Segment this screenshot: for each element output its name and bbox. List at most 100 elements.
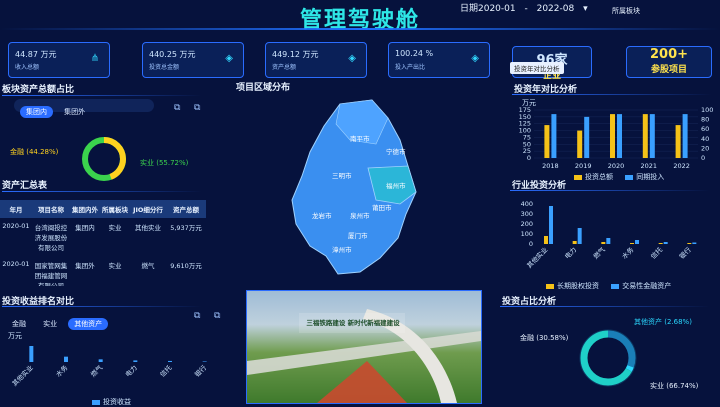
city-label-longyan: 龙岩市 xyxy=(312,211,332,220)
kpi-card-income: 44.87 万元 收入总额 ⋔ xyxy=(8,42,110,78)
bar-total[interactable] xyxy=(675,125,681,158)
ratio-chart: 金融 (30.58%) 其他资产 (2.68%) 实业 (66.74%) xyxy=(520,317,699,390)
y-tick-label: 75 xyxy=(523,133,531,141)
bar-same-period[interactable] xyxy=(551,114,557,158)
city-label-putian: 莆田市 xyxy=(372,203,392,212)
pie-label: 实业 (66.74%) xyxy=(650,381,699,390)
y-tick-label: 125 xyxy=(519,120,531,128)
bar-trading[interactable] xyxy=(635,240,639,244)
table-row[interactable]: 2020-01 国家管网集团福建管网有限公司 集团外 实业 燃气 9,610万元 xyxy=(0,256,206,286)
tooltip: 投资年对比分析 xyxy=(510,62,564,74)
date-end[interactable]: 2022-08 xyxy=(537,4,575,14)
bar-total[interactable] xyxy=(642,114,648,158)
region-map[interactable]: 南平市 宁德市 三明市 福州市 莆田市 泉州市 龙岩市 漳州市 厦门市 xyxy=(280,96,430,282)
bar-equity[interactable] xyxy=(687,243,692,244)
income-rank-tabs: 金融 实业 其他资产 xyxy=(6,311,166,330)
bar-total[interactable] xyxy=(544,125,550,158)
bar-income[interactable] xyxy=(202,361,207,362)
header-divider xyxy=(0,28,720,30)
city-label-nanping: 南平市 xyxy=(350,134,370,143)
city-label-ningde: 宁德市 xyxy=(386,147,406,156)
bar-trading[interactable] xyxy=(577,228,582,244)
x-tick-label: 银行 xyxy=(193,363,209,379)
date-start[interactable]: 2020-01 xyxy=(478,4,516,14)
bar-total[interactable] xyxy=(577,130,583,158)
bar-equity[interactable] xyxy=(658,243,663,244)
x-tick-label: 燃气 xyxy=(591,245,607,261)
y-tick-label: 100 xyxy=(521,230,533,238)
tab-other-assets[interactable]: 其他资产 xyxy=(68,318,109,330)
x-tick-label: 水务 xyxy=(620,245,636,261)
x-tick-label: 2020 xyxy=(608,162,625,170)
asset-share-underline xyxy=(2,95,202,96)
asset-summary-table: 年月 项目名称 集团内外 所属板块 JIO细分行 资产总额 2020-01 台湾… xyxy=(0,200,206,286)
copy-icon[interactable]: ⧉ xyxy=(174,103,180,113)
photo-caption: 三福铁路建设 新时代新福建建设 xyxy=(306,319,400,327)
donut-ring xyxy=(579,329,637,387)
calendar-icon[interactable]: ▾ xyxy=(583,4,588,14)
share-icon: ⋔ xyxy=(90,53,99,64)
bar-income[interactable] xyxy=(133,360,138,362)
y-tick-label: 25 xyxy=(523,147,531,155)
bar-trading[interactable] xyxy=(663,242,668,244)
pie-label: 其他资产 (2.68%) xyxy=(634,317,692,326)
region-title: 项目区域分布 xyxy=(236,83,291,93)
shield-icon: ◈ xyxy=(471,53,479,64)
x-tick-label: 其他实业 xyxy=(525,245,550,270)
region-select[interactable]: 所属板块 xyxy=(612,6,640,16)
x-tick-label: 水务 xyxy=(54,363,70,379)
tab-industry[interactable]: 实业 xyxy=(37,318,63,330)
tab-finance[interactable]: 金融 xyxy=(6,318,32,330)
city-label-xiamen: 厦门市 xyxy=(348,231,368,240)
bar-income[interactable] xyxy=(98,359,103,362)
bar-equity[interactable] xyxy=(630,243,634,244)
x-tick-label: 2021 xyxy=(641,162,658,170)
bar-trading[interactable] xyxy=(606,238,611,244)
export-icon[interactable]: ⧉ xyxy=(214,311,220,321)
income-rank-chart: 其他实业 水务 燃气 电力 信托 银行 xyxy=(10,346,209,388)
x-tick-label: 信托 xyxy=(649,245,665,261)
city-label-zhangzhou: 漳州市 xyxy=(332,245,352,254)
railway-illustration xyxy=(247,309,481,403)
bar-equity[interactable] xyxy=(601,242,606,244)
bar-income[interactable] xyxy=(168,360,172,362)
pie-label: 金融 (30.58%) xyxy=(520,333,569,342)
y2-tick-label: 20 xyxy=(701,144,709,152)
yearly-legend: 投资总额 同期投入 xyxy=(574,172,664,182)
table-row[interactable]: 2020-01 台湾闽投控济发展股份有限公司 集团内 实业 其他实业 5,937… xyxy=(0,218,206,256)
bar-same-period[interactable] xyxy=(617,114,622,158)
donut-label-finance: 金融 (44.28%) xyxy=(10,147,59,156)
table-header-row: 年月 项目名称 集团内外 所属板块 JIO细分行 资产总额 xyxy=(9,206,200,214)
city-label-fuzhou: 福州市 xyxy=(386,181,406,190)
bar-trading[interactable] xyxy=(692,242,697,245)
export-icon[interactable]: ⧉ xyxy=(194,103,200,113)
x-tick-label: 2022 xyxy=(673,162,690,170)
project-photo: 三福铁路建设 新时代新福建建设 xyxy=(246,290,482,404)
y2-tick-label: 100 xyxy=(701,106,713,114)
date-range[interactable]: 2020-01 - 2022-08 ▾ xyxy=(478,4,588,14)
shield-icon: ◈ xyxy=(348,53,356,64)
bar-same-period[interactable] xyxy=(584,116,590,158)
copy-icon[interactable]: ⧉ xyxy=(194,311,200,321)
x-tick-label: 电力 xyxy=(123,363,139,379)
donut-label-industry: 实业 (55.72%) xyxy=(140,158,189,167)
x-tick-label: 燃气 xyxy=(89,363,105,379)
kpi-card-ratio: 100.24 % 投入产出比 ◈ xyxy=(388,42,490,78)
x-tick-label: 电力 xyxy=(563,245,579,261)
bar-income[interactable] xyxy=(64,356,68,362)
bar-same-period[interactable] xyxy=(649,114,655,158)
asset-share-donut: 金融 (44.28%) 实业 (55.72%) xyxy=(10,137,189,181)
asset-summary-title: 资产汇总表 xyxy=(2,181,48,191)
bar-total[interactable] xyxy=(610,114,615,158)
date-separator: - xyxy=(524,4,528,14)
income-rank-legend: 投资收益 xyxy=(92,397,131,407)
bar-same-period[interactable] xyxy=(682,114,688,158)
bar-trading[interactable] xyxy=(549,206,553,244)
shield-icon: ◈ xyxy=(225,53,233,64)
bar-equity[interactable] xyxy=(572,241,577,244)
bar-income[interactable] xyxy=(29,346,34,362)
y-tick-label: 200 xyxy=(521,220,533,228)
x-tick-label: 信托 xyxy=(158,363,174,379)
bar-equity[interactable] xyxy=(544,236,548,244)
x-tick-label: 其他实业 xyxy=(10,363,35,388)
